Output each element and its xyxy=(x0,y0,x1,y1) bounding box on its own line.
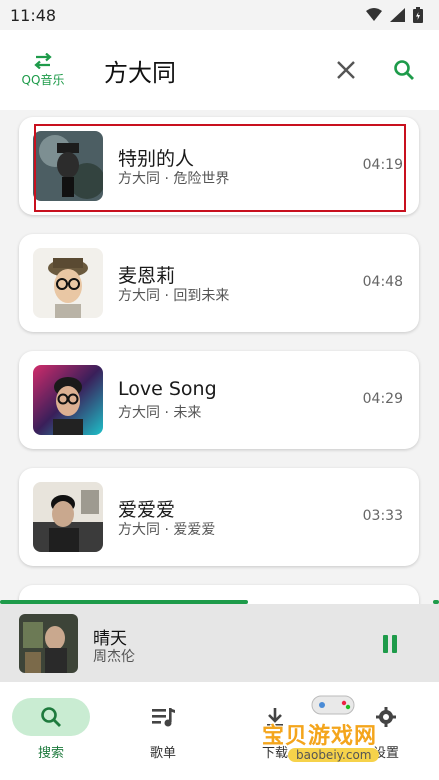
download-icon xyxy=(267,708,283,727)
close-icon xyxy=(337,61,355,79)
status-time: 11:48 xyxy=(10,5,57,25)
source-label: QQ音乐 xyxy=(21,72,65,87)
signal-icon xyxy=(390,8,405,22)
clear-button[interactable] xyxy=(330,54,362,86)
song-title: Love Song xyxy=(118,378,217,400)
search-icon xyxy=(394,60,414,80)
song-title: 麦恩莉 xyxy=(118,265,176,287)
nav-tab-download[interactable]: 下载 xyxy=(225,698,325,768)
album-cover xyxy=(33,482,103,552)
nav-tab-search[interactable]: 搜索 xyxy=(1,698,101,768)
nav-tab-playlist[interactable]: 歌单 xyxy=(113,698,213,768)
search-input[interactable] xyxy=(104,48,314,92)
now-playing-artist: 周杰伦 xyxy=(93,649,135,665)
song-artist-album: 方大同 · 回到未来 xyxy=(118,288,230,304)
source-switch-button[interactable]: QQ音乐 xyxy=(14,50,72,90)
song-item[interactable]: Love Song 方大同 · 未来 04:29 xyxy=(19,351,419,449)
status-icons xyxy=(366,7,423,23)
wifi-icon xyxy=(366,8,382,21)
playlist-icon xyxy=(152,708,175,727)
album-cover xyxy=(33,365,103,435)
pause-icon xyxy=(383,635,388,653)
search-icon xyxy=(41,707,61,727)
swap-arrows-icon xyxy=(34,52,52,69)
album-cover xyxy=(33,131,103,201)
song-artist-album: 方大同 · 危险世界 xyxy=(118,171,230,187)
search-header: QQ音乐 xyxy=(0,30,439,110)
song-results-list[interactable]: 特别的人 方大同 · 危险世界 04:19 麦恩莉 方大同 · 回到未来 04:… xyxy=(0,110,439,604)
bottom-nav: 搜索 歌单 下载 设置 xyxy=(0,682,439,780)
song-title: 特别的人 xyxy=(118,148,195,170)
song-item[interactable]: 特别的人 方大同 · 危险世界 04:19 xyxy=(19,117,419,215)
song-item[interactable]: 麦恩莉 方大同 · 回到未来 04:48 xyxy=(19,234,419,332)
album-cover xyxy=(33,248,103,318)
nav-label: 下载 xyxy=(261,746,288,761)
song-duration: 03:33 xyxy=(362,508,403,524)
settings-icon xyxy=(376,707,396,727)
song-duration: 04:29 xyxy=(362,391,403,407)
nav-label: 歌单 xyxy=(149,746,176,761)
song-duration: 04:19 xyxy=(362,157,403,173)
battery-icon xyxy=(413,7,423,23)
mini-player[interactable]: 晴天 周杰伦 xyxy=(0,604,439,682)
nav-label: 搜索 xyxy=(37,746,64,761)
song-item[interactable]: 爱爱爱 方大同 · 爱爱爱 03:33 xyxy=(19,468,419,566)
song-duration: 04:48 xyxy=(362,274,403,290)
nav-label: 设置 xyxy=(372,746,399,761)
nav-tab-settings[interactable]: 设置 xyxy=(336,698,436,768)
song-artist-album: 方大同 · 未来 xyxy=(118,405,202,421)
pause-button[interactable] xyxy=(376,630,404,658)
status-bar: 11:48 xyxy=(0,0,439,30)
search-button[interactable] xyxy=(388,54,420,86)
song-title: 爱爱爱 xyxy=(118,499,176,521)
song-artist-album: 方大同 · 爱爱爱 xyxy=(118,522,216,538)
now-playing-cover xyxy=(19,614,78,673)
